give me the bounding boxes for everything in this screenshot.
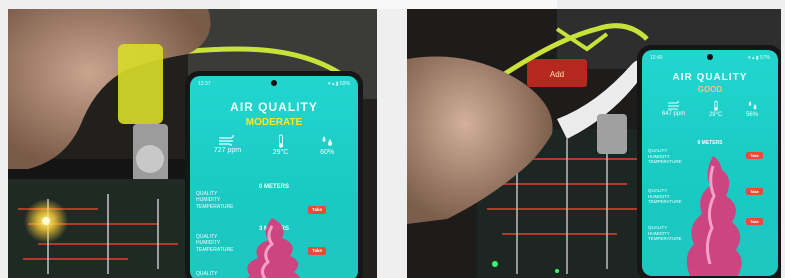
row-temperature: TEMPERATURE xyxy=(196,203,234,210)
metric-temperature-value: 29°C xyxy=(272,149,289,156)
metric-gas: 647 ppm xyxy=(662,100,685,118)
top-white-strip xyxy=(240,0,557,9)
metric-temperature-value: 29°C xyxy=(708,112,723,118)
phone-right: 12:40 ▾ ▴ ▮ 57% AIR QUALITY GOOD 647 ppm… xyxy=(637,45,781,278)
wind-icon xyxy=(219,134,235,146)
thermometer-icon xyxy=(713,100,718,111)
metrics-row: 727 ppm 29°C 60% xyxy=(198,134,350,156)
board-label: Add xyxy=(550,70,564,79)
metric-humidity-value: 60% xyxy=(320,149,335,156)
readings-0m: QUALITY HUMIDITY TEMPERATURE xyxy=(196,191,233,210)
row-temperature: TEMPERATURE xyxy=(648,236,682,242)
status-bar: 12:40 ▾ ▴ ▮ 57% xyxy=(650,55,770,63)
status-time: 12:37 xyxy=(198,81,211,87)
status-time: 12:40 xyxy=(650,55,663,61)
row-temperature: TEMPERATURE xyxy=(196,246,234,253)
metric-humidity-value: 56% xyxy=(746,112,759,118)
metric-gas-value: 647 ppm xyxy=(661,111,686,117)
metric-humidity: 56% xyxy=(746,100,758,118)
app-title: AIR QUALITY xyxy=(230,100,318,114)
readings-partial: QUALITY xyxy=(196,271,217,277)
row-temperature: TEMPERATURE xyxy=(648,159,682,165)
take-button[interactable]: Take xyxy=(746,152,763,159)
row-quality: QUALITY xyxy=(196,271,218,277)
section-0-meters: 0 METERS xyxy=(697,140,723,146)
smoke-plume-image xyxy=(686,156,742,276)
air-quality-level: GOOD xyxy=(697,85,723,94)
readings-row-1: QUALITY HUMIDITY TEMPERATURE xyxy=(648,148,682,165)
humidity-drops-icon xyxy=(748,101,757,110)
section-0-meters: 0 METERS xyxy=(258,184,289,190)
metric-gas: 727 ppm xyxy=(214,134,241,156)
take-button[interactable]: Take xyxy=(308,206,326,214)
phone-screen-right: 12:40 ▾ ▴ ▮ 57% AIR QUALITY GOOD 647 ppm… xyxy=(642,50,778,276)
thermometer-icon xyxy=(278,134,283,148)
air-quality-level: MODERATE xyxy=(245,117,303,128)
status-icons: ▾ ▴ ▮ 57% xyxy=(748,55,770,61)
status-bar: 12:37 ▾ ▴ ▮ 59% xyxy=(198,81,350,89)
app-title: AIR QUALITY xyxy=(672,72,748,83)
metric-temperature: 29°C xyxy=(272,134,289,156)
metric-humidity: 60% xyxy=(320,134,334,156)
metrics-row: 647 ppm 29°C 56% xyxy=(650,100,770,118)
metric-temperature: 29°C xyxy=(709,100,722,118)
smoke-plume-image xyxy=(247,218,300,278)
take-button[interactable]: Take xyxy=(746,218,763,225)
take-button[interactable]: Take xyxy=(746,188,763,195)
phone-left: 12:37 ▾ ▴ ▮ 59% AIR QUALITY MODERATE 727… xyxy=(185,71,363,278)
phone-screen-left: 12:37 ▾ ▴ ▮ 59% AIR QUALITY MODERATE 727… xyxy=(190,76,358,278)
row-temperature: TEMPERATURE xyxy=(648,199,682,205)
readings-row-2: QUALITY HUMIDITY TEMPERATURE xyxy=(648,188,682,205)
wind-icon xyxy=(667,100,679,110)
gas-sensor xyxy=(597,114,627,154)
readings-row-3: QUALITY HUMIDITY TEMPERATURE xyxy=(648,225,682,242)
status-icons: ▾ ▴ ▮ 59% xyxy=(328,81,350,87)
right-photo: Add 12:40 ▾ ▴ ▮ 57% AIR QUALITY GOOD 647… xyxy=(407,9,781,278)
metric-gas-value: 727 ppm xyxy=(213,147,242,154)
left-photo: 12:37 ▾ ▴ ▮ 59% AIR QUALITY MODERATE 727… xyxy=(8,9,377,278)
yellow-device xyxy=(118,44,163,124)
readings-3m: QUALITY HUMIDITY TEMPERATURE xyxy=(196,234,233,253)
humidity-drops-icon xyxy=(322,136,333,146)
